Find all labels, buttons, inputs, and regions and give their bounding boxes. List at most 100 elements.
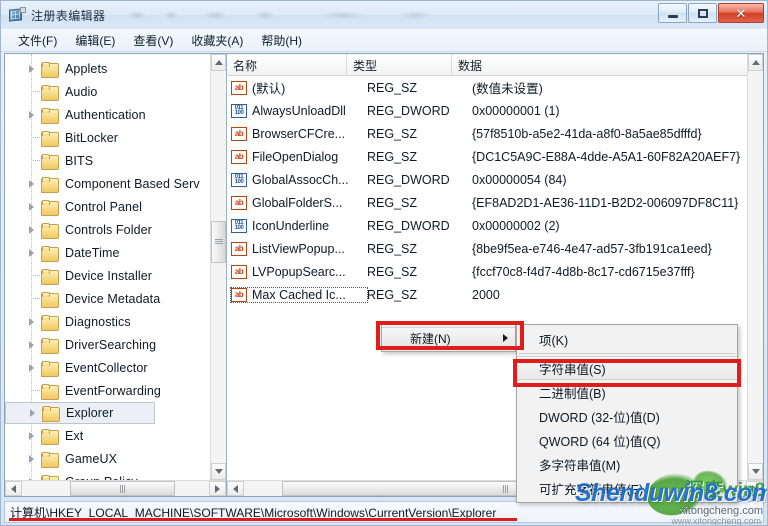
tree-item-label: EventForwarding xyxy=(65,383,161,398)
tree-item-device-installer[interactable]: Device Installer xyxy=(5,264,210,287)
tree-item-diagnostics[interactable]: Diagnostics xyxy=(5,310,210,333)
tree-item-applets[interactable]: Applets xyxy=(5,57,210,80)
expand-triangle-icon[interactable] xyxy=(27,179,36,188)
dword-value-icon: 011 100 xyxy=(231,218,247,233)
tree-item-eventcollector[interactable]: EventCollector xyxy=(5,356,210,379)
tree-item-ext[interactable]: Ext xyxy=(5,424,210,447)
values-scroll-down-button[interactable] xyxy=(748,463,763,480)
tree-item-authentication[interactable]: Authentication xyxy=(5,103,210,126)
expand-triangle-icon[interactable] xyxy=(27,340,36,349)
values-scroll-left-button[interactable] xyxy=(227,481,244,496)
tree-item-datetime[interactable]: DateTime xyxy=(5,241,210,264)
submenu-item-dword-value[interactable]: DWORD (32-位)值(D) xyxy=(517,404,737,428)
submenu-item-qword-value[interactable]: QWORD (64 位)值(Q) xyxy=(517,428,737,452)
submenu-item-expandable-string-value[interactable]: 可扩充字符串值(E) xyxy=(517,476,737,500)
tree-scroll-up-button[interactable] xyxy=(211,54,226,71)
value-type: REG_DWORD xyxy=(367,103,450,118)
values-scroll-up-button[interactable] xyxy=(748,54,763,71)
chevron-up-icon xyxy=(214,60,223,65)
context-submenu-new: 项(K) 字符串值(S) 二进制值(B) DWORD (32-位)值(D) QW… xyxy=(516,324,738,503)
tree-item-control-panel[interactable]: Control Panel xyxy=(5,195,210,218)
tree-horizontal-scrollbar[interactable] xyxy=(5,480,226,496)
menu-view[interactable]: 查看(V) xyxy=(124,30,182,51)
submenu-item-multi-string-value[interactable]: 多字符串值(M) xyxy=(517,452,737,476)
value-row[interactable]: ab FileOpenDialog REG_SZ {DC1C5A9C-E88A-4dd… xyxy=(227,145,747,168)
tree-item-label: Authentication xyxy=(65,107,146,122)
string-value-icon: ab xyxy=(231,80,247,95)
column-header-name[interactable]: 名称 xyxy=(227,54,347,75)
folder-icon xyxy=(41,199,59,216)
tree-connector-line xyxy=(33,275,40,276)
scroll-grip-icon xyxy=(214,239,223,245)
tree-hscroll-thumb[interactable] xyxy=(70,481,175,496)
submenu-item-key[interactable]: 项(K) xyxy=(517,327,737,351)
menu-edit[interactable]: 编辑(E) xyxy=(66,30,124,51)
menu-help[interactable]: 帮助(H) xyxy=(252,30,311,51)
value-row[interactable]: ab LVPopupSearc... REG_SZ {fccf70c8-f4d7-4d… xyxy=(227,260,747,283)
expand-triangle-icon[interactable] xyxy=(27,431,36,440)
tree-vertical-scrollbar[interactable] xyxy=(210,54,226,480)
submenu-item-string-value[interactable]: 字符串值(S) xyxy=(517,356,737,380)
tree-item-controls-folder[interactable]: Controls Folder xyxy=(5,218,210,241)
maximize-button[interactable] xyxy=(688,3,717,23)
expand-triangle-icon[interactable] xyxy=(27,248,36,257)
column-header-data[interactable]: 数据 xyxy=(452,54,763,75)
expand-triangle-icon[interactable] xyxy=(28,409,37,418)
tree-connector-line xyxy=(33,160,40,161)
value-row[interactable]: ab GlobalFolderS... REG_SZ {EF8AD2D1-AE36-1… xyxy=(227,191,747,214)
tree-scroll-left-button[interactable] xyxy=(5,481,22,496)
tree-connector-line xyxy=(33,298,40,299)
tree-scroll-track[interactable] xyxy=(211,71,226,463)
expand-triangle-icon[interactable] xyxy=(27,202,36,211)
value-row[interactable]: ab ListViewPopup... REG_SZ {8be9f5ea-e746-4… xyxy=(227,237,747,260)
tree-scroll-down-button[interactable] xyxy=(211,463,226,480)
column-header-type[interactable]: 类型 xyxy=(347,54,452,75)
tree-item-driversearching[interactable]: DriverSearching xyxy=(5,333,210,356)
expand-triangle-icon[interactable] xyxy=(27,454,36,463)
value-name-cell: 011 100 IconUnderline xyxy=(231,218,367,233)
value-name: (默认) xyxy=(252,82,286,96)
tree-item-label: Diagnostics xyxy=(65,314,131,329)
tree-item-bitlocker[interactable]: BitLocker xyxy=(5,126,210,149)
tree-item-component-based-serv[interactable]: Component Based Serv xyxy=(5,172,210,195)
value-type: REG_SZ xyxy=(367,241,418,256)
expand-triangle-icon[interactable] xyxy=(27,363,36,372)
tree-item-audio[interactable]: Audio xyxy=(5,80,210,103)
values-vertical-scrollbar[interactable] xyxy=(747,54,763,480)
menu-file[interactable]: 文件(F) xyxy=(9,30,66,51)
tree-scroll-thumb[interactable] xyxy=(211,221,226,263)
tree-scroll-right-button[interactable] xyxy=(209,481,226,496)
value-name: FileOpenDialog xyxy=(252,149,339,164)
tree-hscroll-track[interactable] xyxy=(22,481,209,496)
expand-triangle-icon[interactable] xyxy=(27,110,36,119)
tree-item-bits[interactable]: BITS xyxy=(5,149,210,172)
folder-icon xyxy=(41,130,59,147)
tree-item-group-policy[interactable]: Group Policy xyxy=(5,470,210,480)
expand-triangle-icon[interactable] xyxy=(27,317,36,326)
value-row[interactable]: ab BrowserCFCre... REG_SZ {57f8510b-a5e2-41… xyxy=(227,122,747,145)
string-value-icon: ab xyxy=(231,264,247,279)
expand-triangle-icon[interactable] xyxy=(27,225,36,234)
values-scroll-track[interactable] xyxy=(748,71,763,463)
tree-item-eventforwarding[interactable]: EventForwarding xyxy=(5,379,210,402)
tree-item-label: Audio xyxy=(65,84,98,99)
tree-item-explorer[interactable]: Explorer xyxy=(5,402,155,424)
value-row[interactable]: 011 100 GlobalAssocCh... REG_DWORD 0x0000005… xyxy=(227,168,747,191)
registry-editor-window: 注册表编辑器 ✕ 文件(F) 编辑(E) 查看(V) 收藏夹(A) 帮助(H) … xyxy=(0,0,768,526)
context-menu-item-new[interactable]: 新建(N) xyxy=(382,327,515,349)
value-row[interactable]: ab (默认) REG_SZ (数值未设置) xyxy=(227,76,747,99)
minimize-button[interactable] xyxy=(658,3,687,23)
folder-icon xyxy=(41,153,59,170)
tree-item-device-metadata[interactable]: Device Metadata xyxy=(5,287,210,310)
values-scroll-right-button[interactable] xyxy=(746,481,763,496)
menu-favorites[interactable]: 收藏夹(A) xyxy=(182,30,252,51)
tree-item-gameux[interactable]: GameUX xyxy=(5,447,210,470)
value-row[interactable]: 011 100 IconUnderline REG_DWORD 0x00000002 (… xyxy=(227,214,747,237)
submenu-item-binary-value[interactable]: 二进制值(B) xyxy=(517,380,737,404)
value-row[interactable]: ab Max Cached Ic... REG_SZ 2000 xyxy=(227,283,747,306)
expand-triangle-icon[interactable] xyxy=(27,64,36,73)
folder-icon xyxy=(41,337,59,354)
value-row[interactable]: 011 100 AlwaysUnloadDll REG_DWORD 0x00000001… xyxy=(227,99,747,122)
value-name: Max Cached Ic... xyxy=(252,287,346,302)
close-button[interactable]: ✕ xyxy=(718,3,764,23)
